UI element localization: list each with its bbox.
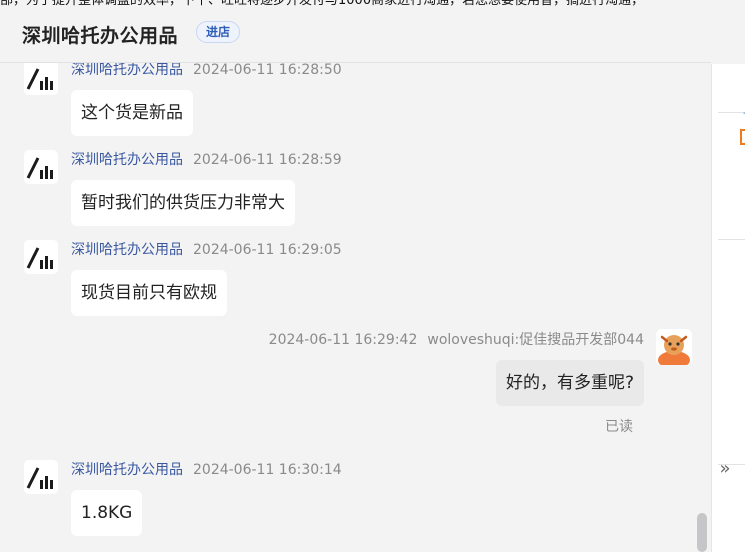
read-status: 已读 xyxy=(605,419,633,435)
shop-avatar[interactable] xyxy=(24,460,58,494)
chat-header: 深圳哈托办公用品 进店 xyxy=(0,8,711,63)
panel-divider xyxy=(718,112,745,113)
chat-scrollbar[interactable] xyxy=(697,513,707,552)
shop-avatar[interactable] xyxy=(24,150,58,184)
message-time: 2024-06-11 16:28:59 xyxy=(193,152,342,168)
sender-name[interactable]: 深圳哈托办公用品 xyxy=(71,462,183,478)
message-time: 2024-06-11 16:30:14 xyxy=(193,462,342,478)
message-meta: 深圳哈托办公用品 2024-06-11 16:29:05 xyxy=(71,239,342,259)
message-meta: 深圳哈托办公用品 2024-06-11 16:28:50 xyxy=(71,63,342,79)
shop-avatar[interactable] xyxy=(24,240,58,274)
shop-avatar[interactable] xyxy=(24,63,58,95)
sender-name[interactable]: 深圳哈托办公用品 xyxy=(71,63,183,78)
double-chevron-right-icon[interactable]: » xyxy=(712,452,738,486)
message-meta: 深圳哈托办公用品 2024-06-11 16:28:59 xyxy=(71,149,342,169)
message-bubble[interactable]: 1.8KG xyxy=(71,490,143,536)
background-banner-text: 部，为了提升整体调盘的效率，下午、旺旺将逐步开发付与1000商家进行淘通，若您想… xyxy=(0,0,645,8)
sender-name: woloveshuqi:促佳搜品开发部044 xyxy=(427,332,644,348)
message-meta: 2024-06-11 16:29:42 woloveshuqi:促佳搜品开发部04… xyxy=(269,329,644,349)
panel-divider xyxy=(718,239,745,240)
message-bubble[interactable]: 现货目前只有欧规 xyxy=(71,270,227,316)
message-bubble[interactable]: 这个货是新品 xyxy=(71,90,193,136)
sender-name[interactable]: 深圳哈托办公用品 xyxy=(71,242,183,258)
message-time: 2024-06-11 16:29:42 xyxy=(268,332,418,348)
message-bubble[interactable]: 暂时我们的供货压力非常大 xyxy=(71,180,295,226)
message-time: 2024-06-11 16:28:50 xyxy=(193,63,342,78)
shop-name: 深圳哈托办公用品 xyxy=(22,25,179,47)
sender-name[interactable]: 深圳哈托办公用品 xyxy=(71,152,183,168)
chat-message-list[interactable]: 深圳哈托办公用品 2024-06-11 16:28:50 这个货是新品 深圳哈托办… xyxy=(0,63,711,552)
message-time: 2024-06-11 16:29:05 xyxy=(193,242,342,258)
message-bubble[interactable]: 好的，有多重呢? xyxy=(495,360,644,406)
user-avatar[interactable] xyxy=(656,329,692,365)
message-meta: 深圳哈托办公用品 2024-06-11 16:30:14 xyxy=(71,459,342,479)
enter-shop-button[interactable]: 进店 xyxy=(196,21,241,43)
panel-badge-fragment xyxy=(740,129,745,145)
